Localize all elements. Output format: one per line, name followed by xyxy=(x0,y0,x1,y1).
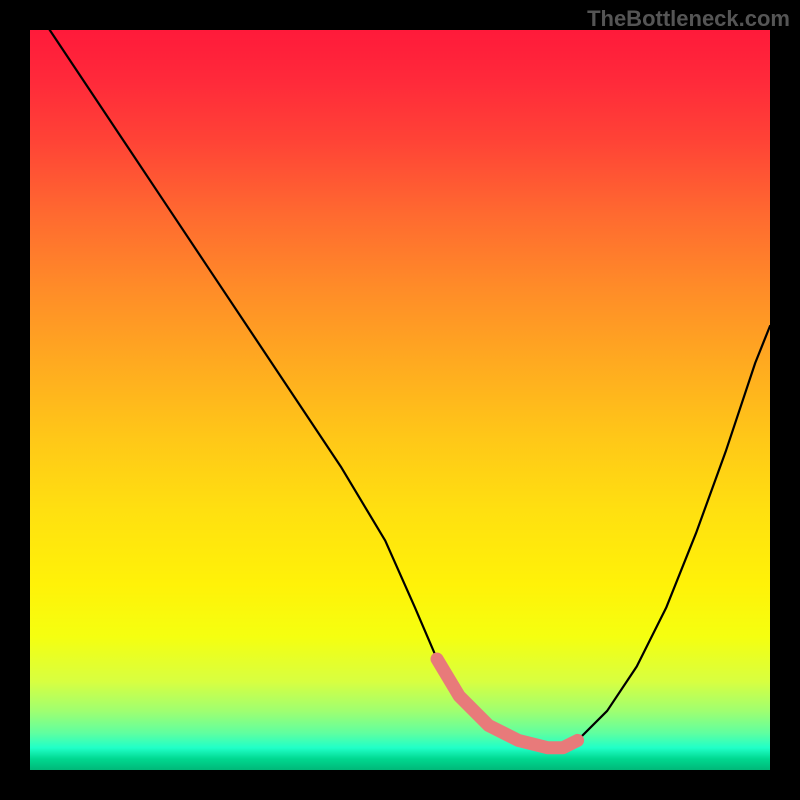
plot-area xyxy=(30,30,770,770)
chart-svg xyxy=(30,30,770,770)
highlight-path xyxy=(437,659,578,748)
chart-container: TheBottleneck.com xyxy=(0,0,800,800)
curve-path xyxy=(30,0,770,747)
watermark-text: TheBottleneck.com xyxy=(587,6,790,32)
